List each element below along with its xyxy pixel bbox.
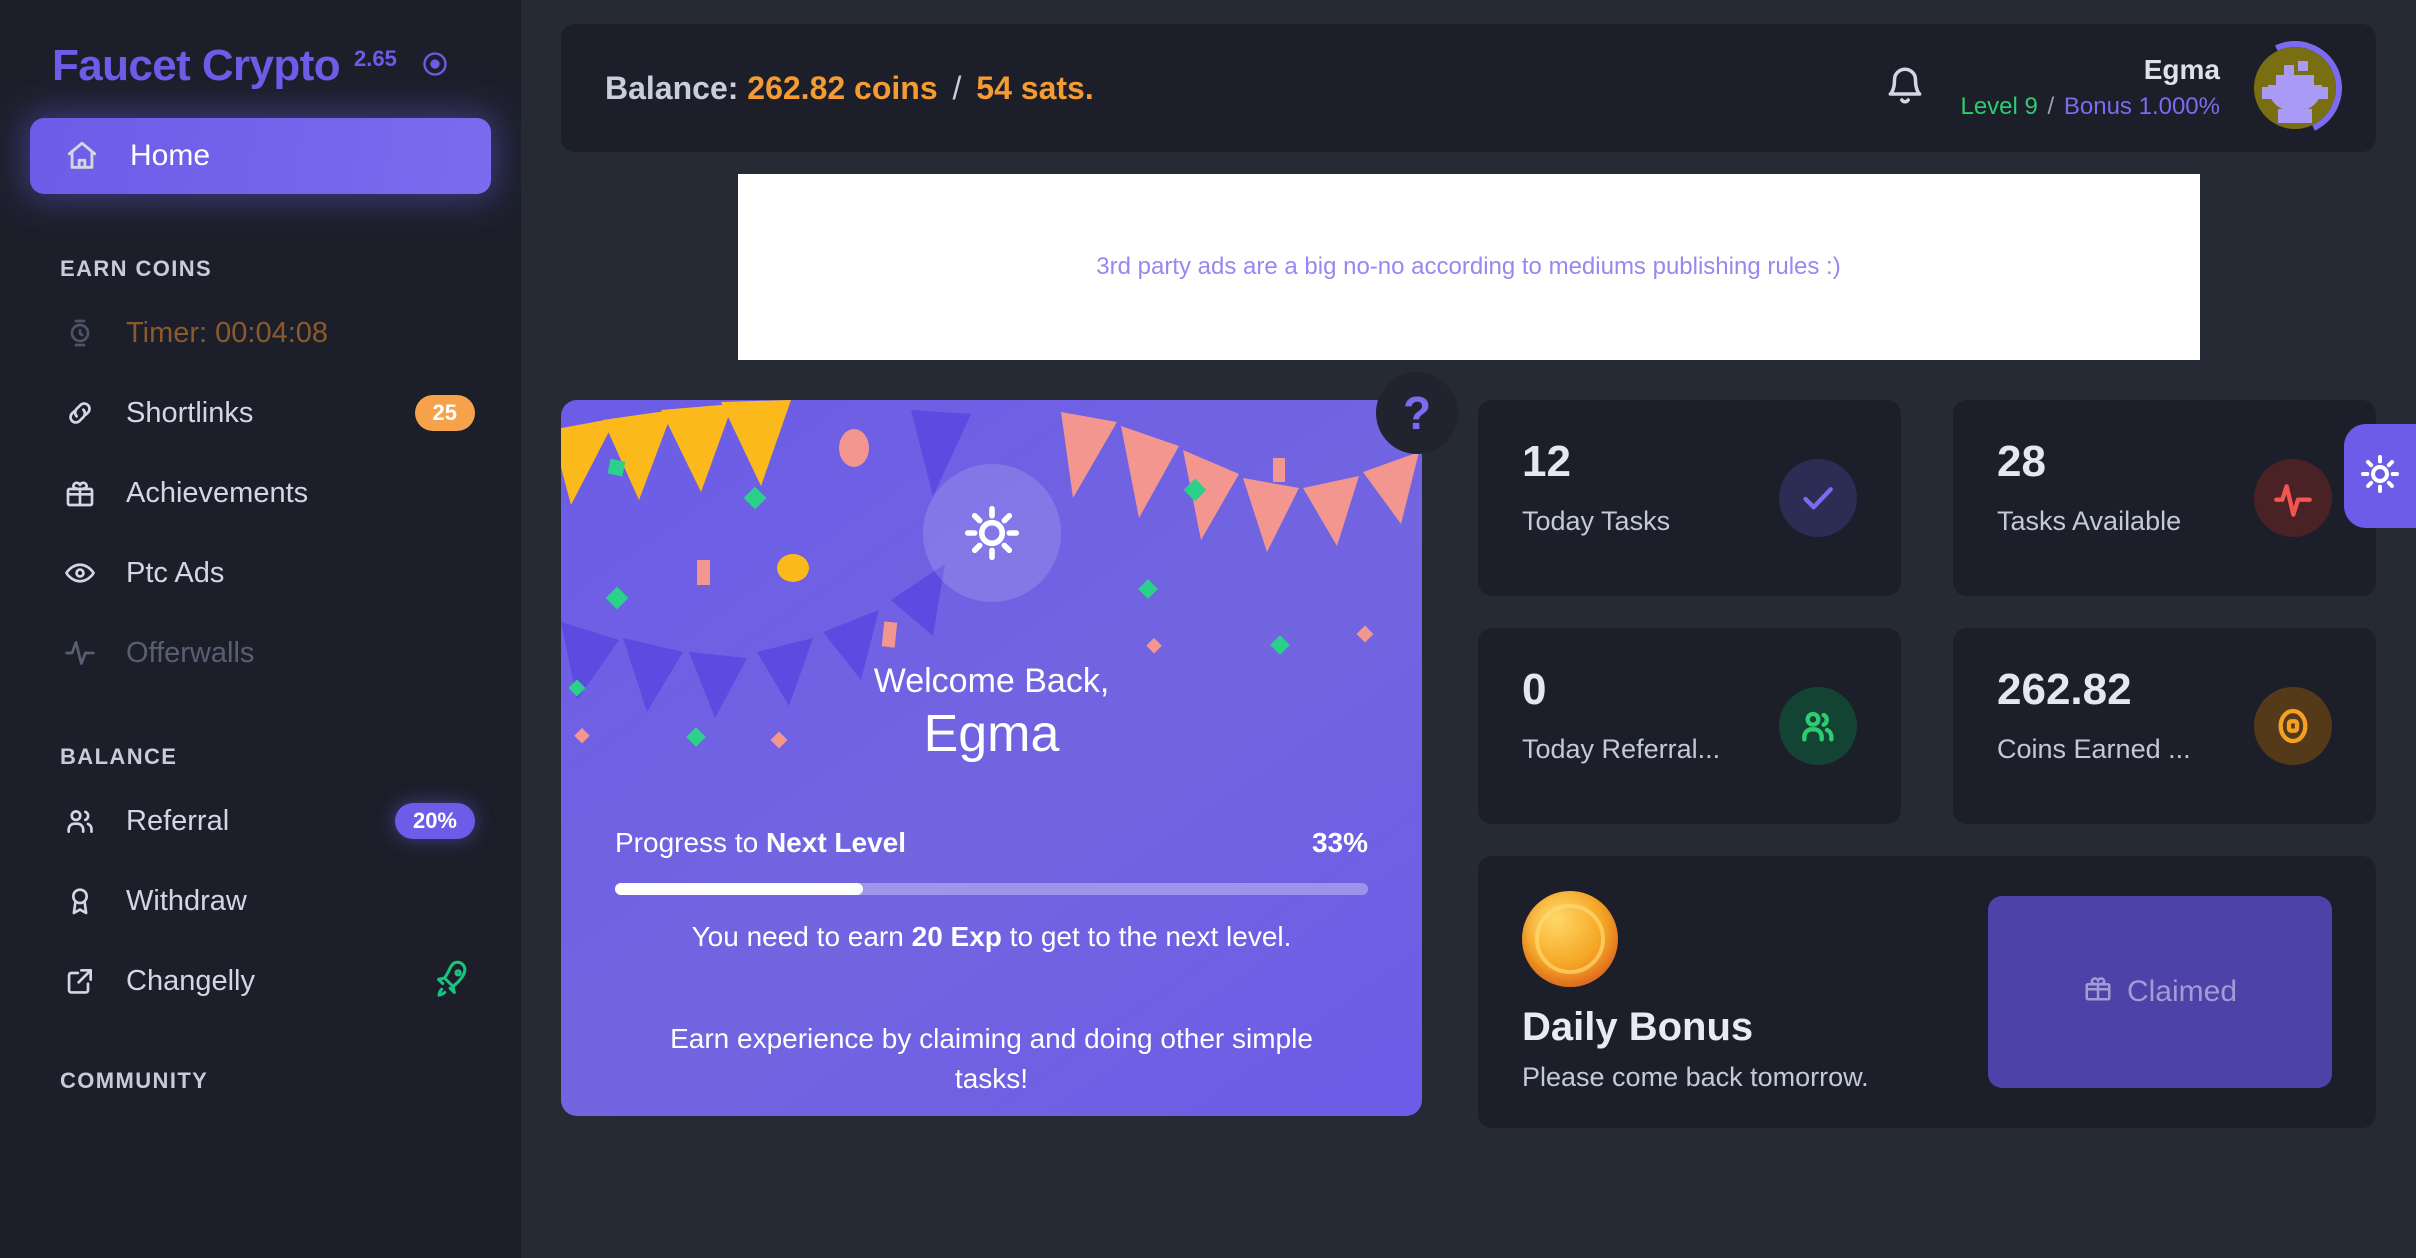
welcome-tip: Earn experience by claiming and doing ot… — [670, 1022, 1313, 1095]
award-icon — [60, 885, 100, 917]
avatar-progress-ring — [2234, 27, 2356, 149]
sidebar-item-shortlinks[interactable]: Shortlinks 25 — [0, 384, 521, 442]
topbar: Balance: 262.82 coins / 54 sats. Egma Le… — [561, 24, 2376, 152]
stats-row-2: 0 Today Referral... 262.82 Coins Earned … — [1478, 628, 2376, 824]
user-info[interactable]: Egma Level 9 / Bonus 1.000% — [1960, 54, 2220, 121]
sidebar-item-withdraw-label: Withdraw — [126, 884, 247, 917]
daily-bonus-title: Daily Bonus — [1522, 1005, 1754, 1049]
progress-row: Progress to Next Level 33% — [605, 827, 1378, 859]
user-name: Egma — [2143, 54, 2220, 86]
watch-icon — [60, 317, 100, 349]
sidebar-item-timer-label: Timer: 00:04:08 — [126, 316, 329, 349]
check-icon — [1779, 459, 1857, 537]
sidebar-item-offerwalls[interactable]: Offerwalls — [0, 624, 521, 682]
user-meta-separator: / — [2047, 92, 2055, 120]
coin-icon — [2254, 687, 2332, 765]
sidebar-item-achievements[interactable]: Achievements — [0, 464, 521, 522]
claim-button[interactable]: Claimed — [1988, 896, 2332, 1088]
sidebar-item-home-label: Home — [130, 139, 211, 172]
claim-button-label: Claimed — [2126, 975, 2238, 1008]
main-content: Balance: 262.82 coins / 54 sats. Egma Le… — [521, 0, 2416, 1258]
sidebar-item-timer[interactable]: Timer: 00:04:08 — [0, 304, 521, 362]
activity-icon — [2254, 459, 2332, 537]
sun-badge-icon — [922, 464, 1061, 602]
gift-icon — [2083, 973, 2113, 1011]
stats-row-1: 12 Today Tasks 28 Tasks Available — [1478, 400, 2376, 596]
sidebar-item-referral-label: Referral — [126, 804, 230, 837]
section-title-earn-coins: EARN COINS — [60, 256, 213, 281]
progress-label-prefix: Progress to — [615, 826, 766, 858]
sidebar-badge-shortlinks: 25 — [414, 395, 475, 431]
progress-bar-fill — [615, 882, 864, 895]
daily-bonus-subtitle: Please come back tomorrow. — [1522, 1062, 1869, 1092]
user-bonus: Bonus 1.000% — [2063, 92, 2220, 120]
balance-coins: 262.82 coins — [747, 69, 938, 106]
sidebar-item-ptc-ads[interactable]: Ptc Ads — [0, 544, 521, 602]
welcome-username: Egma — [923, 705, 1060, 763]
sidebar-badge-referral: 20% — [394, 803, 475, 839]
sidebar: Faucet Crypto 2.65 Home EARN COINS Timer… — [0, 0, 521, 1258]
stat-card-today-referrals[interactable]: 0 Today Referral... — [1478, 628, 1901, 824]
activity-icon — [60, 637, 100, 669]
bell-icon[interactable] — [1884, 65, 1926, 112]
daily-bonus-card: Daily Bonus Please come back tomorrow. C… — [1478, 856, 2376, 1128]
balance-label: Balance: — [605, 69, 739, 106]
welcome-card: Welcome Back, Egma Progress to Next Leve… — [561, 400, 1422, 1116]
welcome-body: Welcome Back, Egma Progress to Next Leve… — [561, 662, 1422, 1100]
gold-coin-icon — [1522, 891, 1618, 987]
sidebar-item-withdraw[interactable]: Withdraw — [0, 872, 521, 930]
daily-bonus-info: Daily Bonus Please come back tomorrow. — [1522, 891, 1988, 1093]
topbar-right: Egma Level 9 / Bonus 1.000% — [1884, 27, 2356, 149]
app-root: Faucet Crypto 2.65 Home EARN COINS Timer… — [0, 0, 2416, 1258]
sidebar-item-changelly[interactable]: Changelly — [0, 952, 521, 1010]
stats-column: 12 Today Tasks 28 Tasks Available 0 Toda… — [1478, 400, 2376, 1128]
brand[interactable]: Faucet Crypto 2.65 — [0, 0, 521, 88]
progress-percent: 33% — [1311, 826, 1368, 858]
target-dot-icon — [421, 50, 449, 83]
home-icon — [62, 139, 102, 173]
section-title-community: COMMUNITY — [60, 1068, 209, 1093]
progress-label-strong: Next Level — [765, 826, 907, 858]
ad-banner-text: 3rd party ads are a big no-no according … — [1096, 253, 1841, 280]
avatar[interactable] — [2234, 27, 2356, 149]
sidebar-item-offerwalls-label: Offerwalls — [126, 636, 255, 669]
progress-note-suffix: to get to the next level. — [1001, 920, 1292, 952]
stat-card-coins-earned[interactable]: 262.82 Coins Earned ... — [1953, 628, 2376, 824]
sidebar-item-home[interactable]: Home — [30, 118, 491, 194]
help-button[interactable]: ? — [1376, 372, 1458, 454]
progress-note-strong: 20 Exp — [911, 920, 1002, 952]
progress-label: Progress to Next Level — [615, 827, 906, 859]
balance-sats: 54 sats. — [976, 69, 1094, 106]
sidebar-item-changelly-label: Changelly — [126, 964, 255, 997]
theme-toggle-button[interactable] — [2344, 424, 2416, 528]
eye-icon — [60, 557, 100, 589]
sidebar-item-ptc-ads-label: Ptc Ads — [126, 556, 225, 589]
external-link-icon — [60, 965, 100, 997]
rocket-icon — [429, 956, 475, 1007]
sun-icon — [2360, 454, 2400, 499]
dashboard-grid: Welcome Back, Egma Progress to Next Leve… — [561, 372, 2376, 1128]
progress-bar-track — [615, 882, 1368, 895]
balance-separator: / — [952, 69, 962, 106]
link-icon — [60, 397, 100, 429]
stat-card-tasks-available[interactable]: 28 Tasks Available — [1953, 400, 2376, 596]
progress-note: You need to earn 20 Exp to get to the ne… — [605, 921, 1378, 953]
section-title-balance: BALANCE — [60, 744, 178, 769]
brand-version: 2.65 — [354, 46, 397, 71]
welcome-greeting: Welcome Back, — [873, 662, 1110, 700]
brand-name: Faucet Crypto — [52, 41, 341, 90]
sidebar-item-shortlinks-label: Shortlinks — [126, 396, 254, 429]
gift-icon — [60, 477, 100, 509]
stat-card-today-tasks[interactable]: 12 Today Tasks — [1478, 400, 1901, 596]
users-icon — [1779, 687, 1857, 765]
ad-banner: 3rd party ads are a big no-no according … — [737, 174, 2200, 360]
welcome-card-wrapper: Welcome Back, Egma Progress to Next Leve… — [561, 372, 1458, 1128]
sidebar-item-achievements-label: Achievements — [126, 476, 309, 509]
user-level: Level 9 — [1960, 92, 2038, 120]
users-icon — [60, 805, 100, 837]
sidebar-item-referral[interactable]: Referral 20% — [0, 792, 521, 850]
balance-display: Balance: 262.82 coins / 54 sats. — [605, 70, 1094, 107]
user-meta: Level 9 / Bonus 1.000% — [1960, 93, 2220, 121]
progress-note-prefix: You need to earn — [691, 920, 912, 952]
